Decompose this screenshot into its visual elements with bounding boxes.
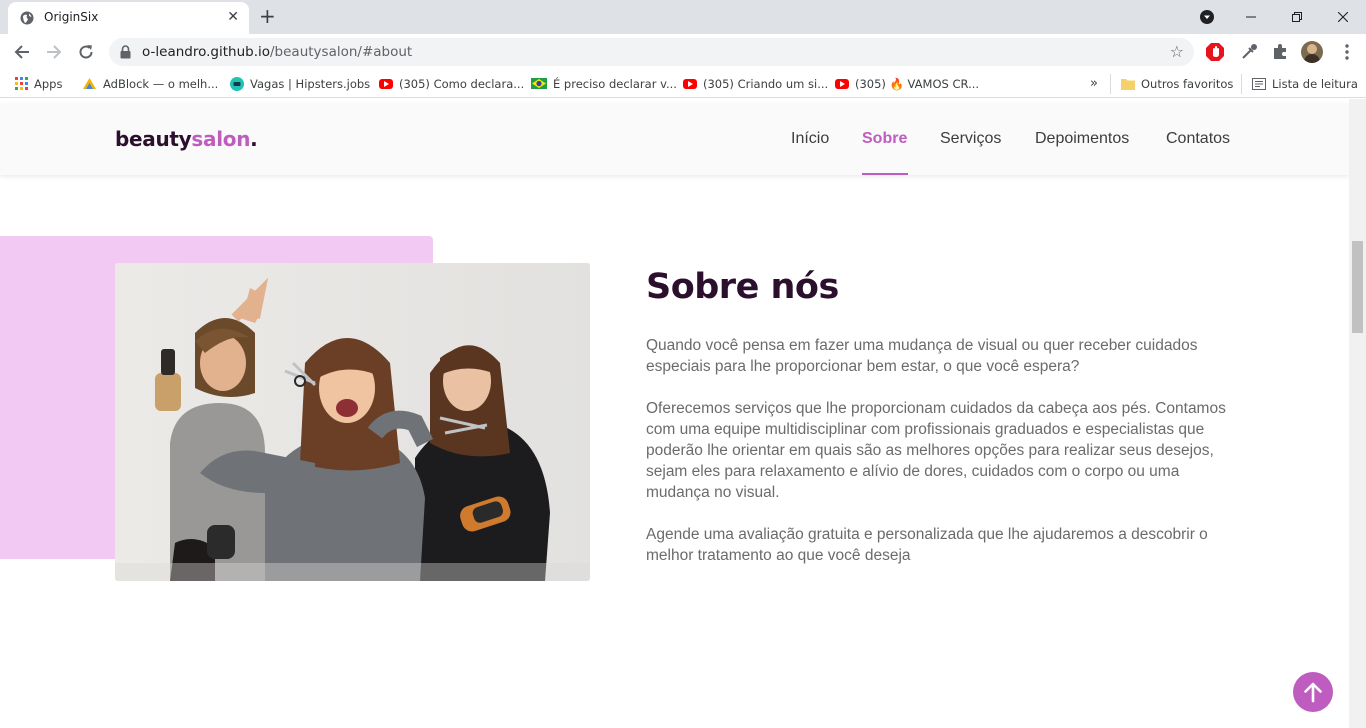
scrollbar-thumb[interactable] xyxy=(1352,241,1363,333)
nav-link-inicio[interactable]: Início xyxy=(791,130,829,148)
about-paragraph-1: Quando você pensa em fazer uma mudança d… xyxy=(646,337,1198,375)
logo-main: beauty xyxy=(115,127,192,151)
bookmark-label: (305) 🔥 VAMOS CR... xyxy=(855,77,980,91)
bookmark-youtube-3[interactable]: (305) 🔥 VAMOS CR... xyxy=(835,76,979,92)
forward-arrow-icon[interactable] xyxy=(43,42,65,62)
brazil-flag-icon xyxy=(531,78,547,89)
arrow-up-icon xyxy=(1304,682,1322,703)
adblock-icon xyxy=(83,78,96,89)
adblock-extension-icon[interactable] xyxy=(1205,42,1225,62)
address-bar[interactable]: o-leandro.github.io/beautysalon/#about ☆ xyxy=(109,38,1194,66)
bookmark-label: Vagas | Hipsters.jobs xyxy=(250,77,371,91)
about-paragraph-2: Oferecemos serviços que lhe proporcionam… xyxy=(646,400,1226,501)
back-to-top-button[interactable] xyxy=(1293,672,1333,712)
logo-dot: . xyxy=(250,127,258,151)
bookmark-label: É preciso declarar v... xyxy=(553,77,677,91)
site-logo[interactable]: beautysalon. xyxy=(115,127,258,151)
nav-link-sobre[interactable]: Sobre xyxy=(862,130,907,148)
bookmark-hipsters[interactable]: Vagas | Hipsters.jobs xyxy=(230,76,370,92)
minimize-icon[interactable] xyxy=(1228,0,1274,34)
bookmark-youtube-1[interactable]: (305) Como declara... xyxy=(379,76,524,92)
page-scrollbar[interactable] xyxy=(1349,99,1366,728)
browser-tab[interactable]: OriginSix ✕ xyxy=(8,2,249,34)
bookmark-star-icon[interactable]: ☆ xyxy=(1170,42,1184,61)
youtube-icon xyxy=(379,78,393,89)
profile-menu-icon[interactable] xyxy=(1184,0,1230,34)
bookmark-youtube-2[interactable]: (305) Criando um si... xyxy=(683,76,828,92)
avatar[interactable] xyxy=(1301,41,1323,63)
url-host: o-leandro.github.io xyxy=(142,44,270,60)
reading-list-icon xyxy=(1252,77,1266,90)
kebab-menu-icon[interactable] xyxy=(1336,42,1358,62)
hipsters-icon xyxy=(230,76,244,91)
youtube-icon xyxy=(835,78,849,89)
close-window-icon[interactable] xyxy=(1320,0,1366,34)
reading-list[interactable]: Lista de leitura xyxy=(1252,76,1358,92)
url-path: /beautysalon/#about xyxy=(270,44,413,60)
url-text: o-leandro.github.io/beautysalon/#about xyxy=(142,44,412,60)
nav-link-servicos[interactable]: Serviços xyxy=(940,130,1001,148)
bookmark-adblock[interactable]: AdBlock — o melh... xyxy=(82,76,218,92)
bookmark-label: (305) Criando um si... xyxy=(703,77,829,91)
tab-strip: OriginSix ✕ + xyxy=(0,0,1366,34)
active-nav-indicator xyxy=(862,173,908,175)
logo-accent: salon xyxy=(191,127,251,151)
apps-grid-icon xyxy=(15,77,28,90)
bookmark-label: AdBlock — o melh... xyxy=(103,77,219,91)
bookmark-apps[interactable]: Apps xyxy=(15,76,62,92)
about-title: Sobre nós xyxy=(646,267,839,307)
salon-team-image xyxy=(115,263,590,581)
back-arrow-icon[interactable] xyxy=(11,42,33,62)
reload-icon[interactable] xyxy=(75,42,97,62)
restore-icon[interactable] xyxy=(1274,0,1320,34)
site-header: beautysalon. Início Sobre Serviços Depoi… xyxy=(0,103,1349,175)
close-tab-icon[interactable]: ✕ xyxy=(227,9,239,25)
nav-link-contatos[interactable]: Contatos xyxy=(1166,130,1230,148)
bookmark-folder-other[interactable]: Outros favoritos xyxy=(1121,76,1233,92)
bookmark-label: (305) Como declara... xyxy=(399,77,525,91)
globe-icon xyxy=(20,11,34,25)
bookmark-label: Outros favoritos xyxy=(1141,77,1234,91)
page-viewport: beautysalon. Início Sobre Serviços Depoi… xyxy=(0,99,1366,728)
bookmark-label: Lista de leitura xyxy=(1272,77,1358,91)
tab-title: OriginSix xyxy=(44,10,99,24)
puzzle-extensions-icon[interactable] xyxy=(1270,42,1290,62)
lock-icon xyxy=(120,45,131,59)
youtube-icon xyxy=(683,78,697,89)
about-paragraph-3: Agende uma avaliação gratuita e personal… xyxy=(646,526,1208,564)
bookmarks-bar: Apps AdBlock — o melh... Vagas | Hipster… xyxy=(0,70,1366,98)
about-photo xyxy=(115,263,590,581)
bookmarks-divider xyxy=(1110,74,1111,94)
folder-icon xyxy=(1121,78,1135,90)
bookmark-label: Apps xyxy=(34,77,63,91)
bookmarks-divider xyxy=(1241,74,1242,94)
nav-link-depoimentos[interactable]: Depoimentos xyxy=(1035,130,1129,148)
bookmark-brazil[interactable]: É preciso declarar v... xyxy=(531,76,677,92)
more-bookmarks-chevron[interactable]: » xyxy=(1090,76,1098,92)
eyedropper-extension-icon[interactable] xyxy=(1239,42,1259,62)
new-tab-icon[interactable]: + xyxy=(259,6,276,26)
browser-toolbar: o-leandro.github.io/beautysalon/#about ☆ xyxy=(0,34,1366,70)
